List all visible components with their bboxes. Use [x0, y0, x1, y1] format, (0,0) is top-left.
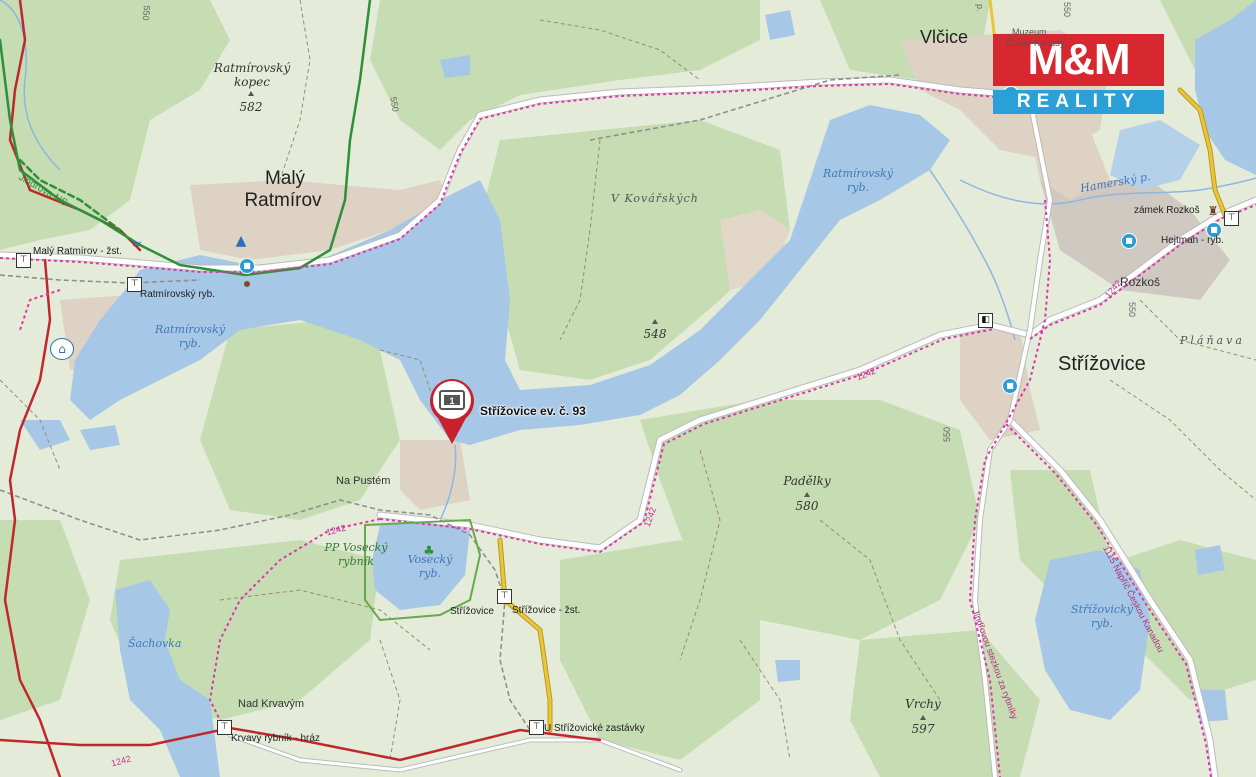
- hotel-icon[interactable]: ⌂: [50, 338, 74, 360]
- lake-label-ratmirovsky-1: Ratmírovský: [154, 323, 226, 336]
- town-label-rozkos: Rozkoš: [1120, 275, 1161, 289]
- contour-label: 550: [140, 5, 152, 21]
- locality-label-v-kovarskych: V Kovářských: [611, 192, 699, 205]
- property-pin-icon: 1: [430, 379, 474, 444]
- park-label-line2: rybník: [338, 555, 374, 568]
- hill-label-vrchy: Vrchy: [905, 697, 941, 711]
- contour-label: 550: [1127, 302, 1137, 318]
- stop-label-zamek-rozkos[interactable]: zámek Rozkoš: [1134, 205, 1200, 216]
- stop-label-strizovice-zst[interactable]: Střížovice - žst.: [512, 605, 580, 616]
- hill-label-padelky: Padělky: [783, 474, 831, 488]
- locality-label-na-pustem: Na Pustém: [336, 475, 391, 487]
- castle-icon[interactable]: ♜: [1205, 205, 1221, 218]
- town-label-vlcice: Vlčice: [920, 27, 969, 47]
- lake-label-ratmirovsky-east-2: ryb.: [846, 181, 869, 194]
- guidepost-icon[interactable]: ⊤: [1224, 211, 1239, 226]
- guidepost-icon[interactable]: ⊤: [529, 720, 544, 735]
- bus-stop-icon[interactable]: ■: [239, 258, 255, 274]
- stop-label-u-strizovicke-zastavky[interactable]: U Střížovické zastávky: [544, 723, 645, 734]
- stop-label-ratmirovsky-ryb[interactable]: Ratmírovský ryb.: [140, 289, 215, 300]
- bus-stop-icon[interactable]: ■: [1121, 233, 1137, 249]
- guidepost-icon[interactable]: ⊤: [217, 720, 232, 735]
- contour-label: 550: [942, 426, 952, 442]
- road-label-p: p.: [975, 4, 985, 12]
- hill-elevation-597: 597: [911, 722, 935, 736]
- viewpoint-dot-icon: [244, 281, 250, 287]
- stop-label-hejtman-ryb[interactable]: Hejtman - ryb.: [1161, 235, 1224, 246]
- town-label-maly-ratmirov-line2: Ratmírov: [244, 190, 322, 211]
- map-canvas[interactable]: [0, 0, 1256, 777]
- lake-label-strizovicky-2: ryb.: [1090, 617, 1113, 630]
- bus-stop-icon[interactable]: ■: [1002, 378, 1018, 394]
- lake-label-ratmirovsky-east-1: Ratmírovský: [822, 167, 894, 180]
- hill-elevation-582: 582: [239, 100, 263, 114]
- swimming-icon[interactable]: ≈: [128, 237, 146, 253]
- guidepost-icon[interactable]: ⊤: [497, 589, 512, 604]
- camping-icon[interactable]: ▲: [232, 233, 250, 249]
- brand-logo-bottom: REALITY: [993, 90, 1164, 114]
- stop-label-krvavy-rybnik-hraz[interactable]: Krvavý rybník - hráz: [231, 733, 320, 744]
- guidepost-icon[interactable]: ⊤: [16, 253, 31, 268]
- lake-label-vosecky-1: Vosecký: [407, 553, 453, 566]
- town-label-strizovice: Střížovice: [1058, 353, 1146, 375]
- park-label-line1: PP Vosecký: [324, 541, 388, 554]
- property-marker-label[interactable]: Střížovice ev. č. 93: [480, 404, 586, 418]
- lake-label-strizovicky-1: Střížovický: [1071, 603, 1133, 616]
- lake-label-sachovka: Šachovka: [128, 637, 182, 650]
- stop-label-maly-ratmirov-zst[interactable]: Malý Ratmírov - žst.: [33, 246, 122, 257]
- lake-label-ratmirovsky-2: ryb.: [178, 337, 201, 350]
- museum-label-line2: České Kanady: [1006, 38, 1065, 48]
- svg-text:1: 1: [449, 396, 454, 406]
- stop-label-strizovice[interactable]: Střížovice: [450, 606, 494, 617]
- town-label-maly-ratmirov-line1: Malý: [264, 168, 306, 189]
- hill-elevation-548: 548: [643, 327, 667, 341]
- hill-label-ratmirovsky-kopec-2: kopec: [234, 75, 270, 89]
- property-marker[interactable]: 1: [428, 378, 476, 446]
- lake-label-vosecky-2: ryb.: [418, 567, 441, 580]
- locality-label-nad-krvavym: Nad Krvavým: [238, 698, 305, 710]
- contour-label: 550: [1062, 2, 1072, 18]
- hill-elevation-580: 580: [795, 499, 819, 513]
- locality-label-planava: Pláňava: [1180, 334, 1245, 347]
- shelter-icon[interactable]: ◧: [978, 313, 993, 328]
- museum-label-line1: Muzeum: [1012, 27, 1047, 37]
